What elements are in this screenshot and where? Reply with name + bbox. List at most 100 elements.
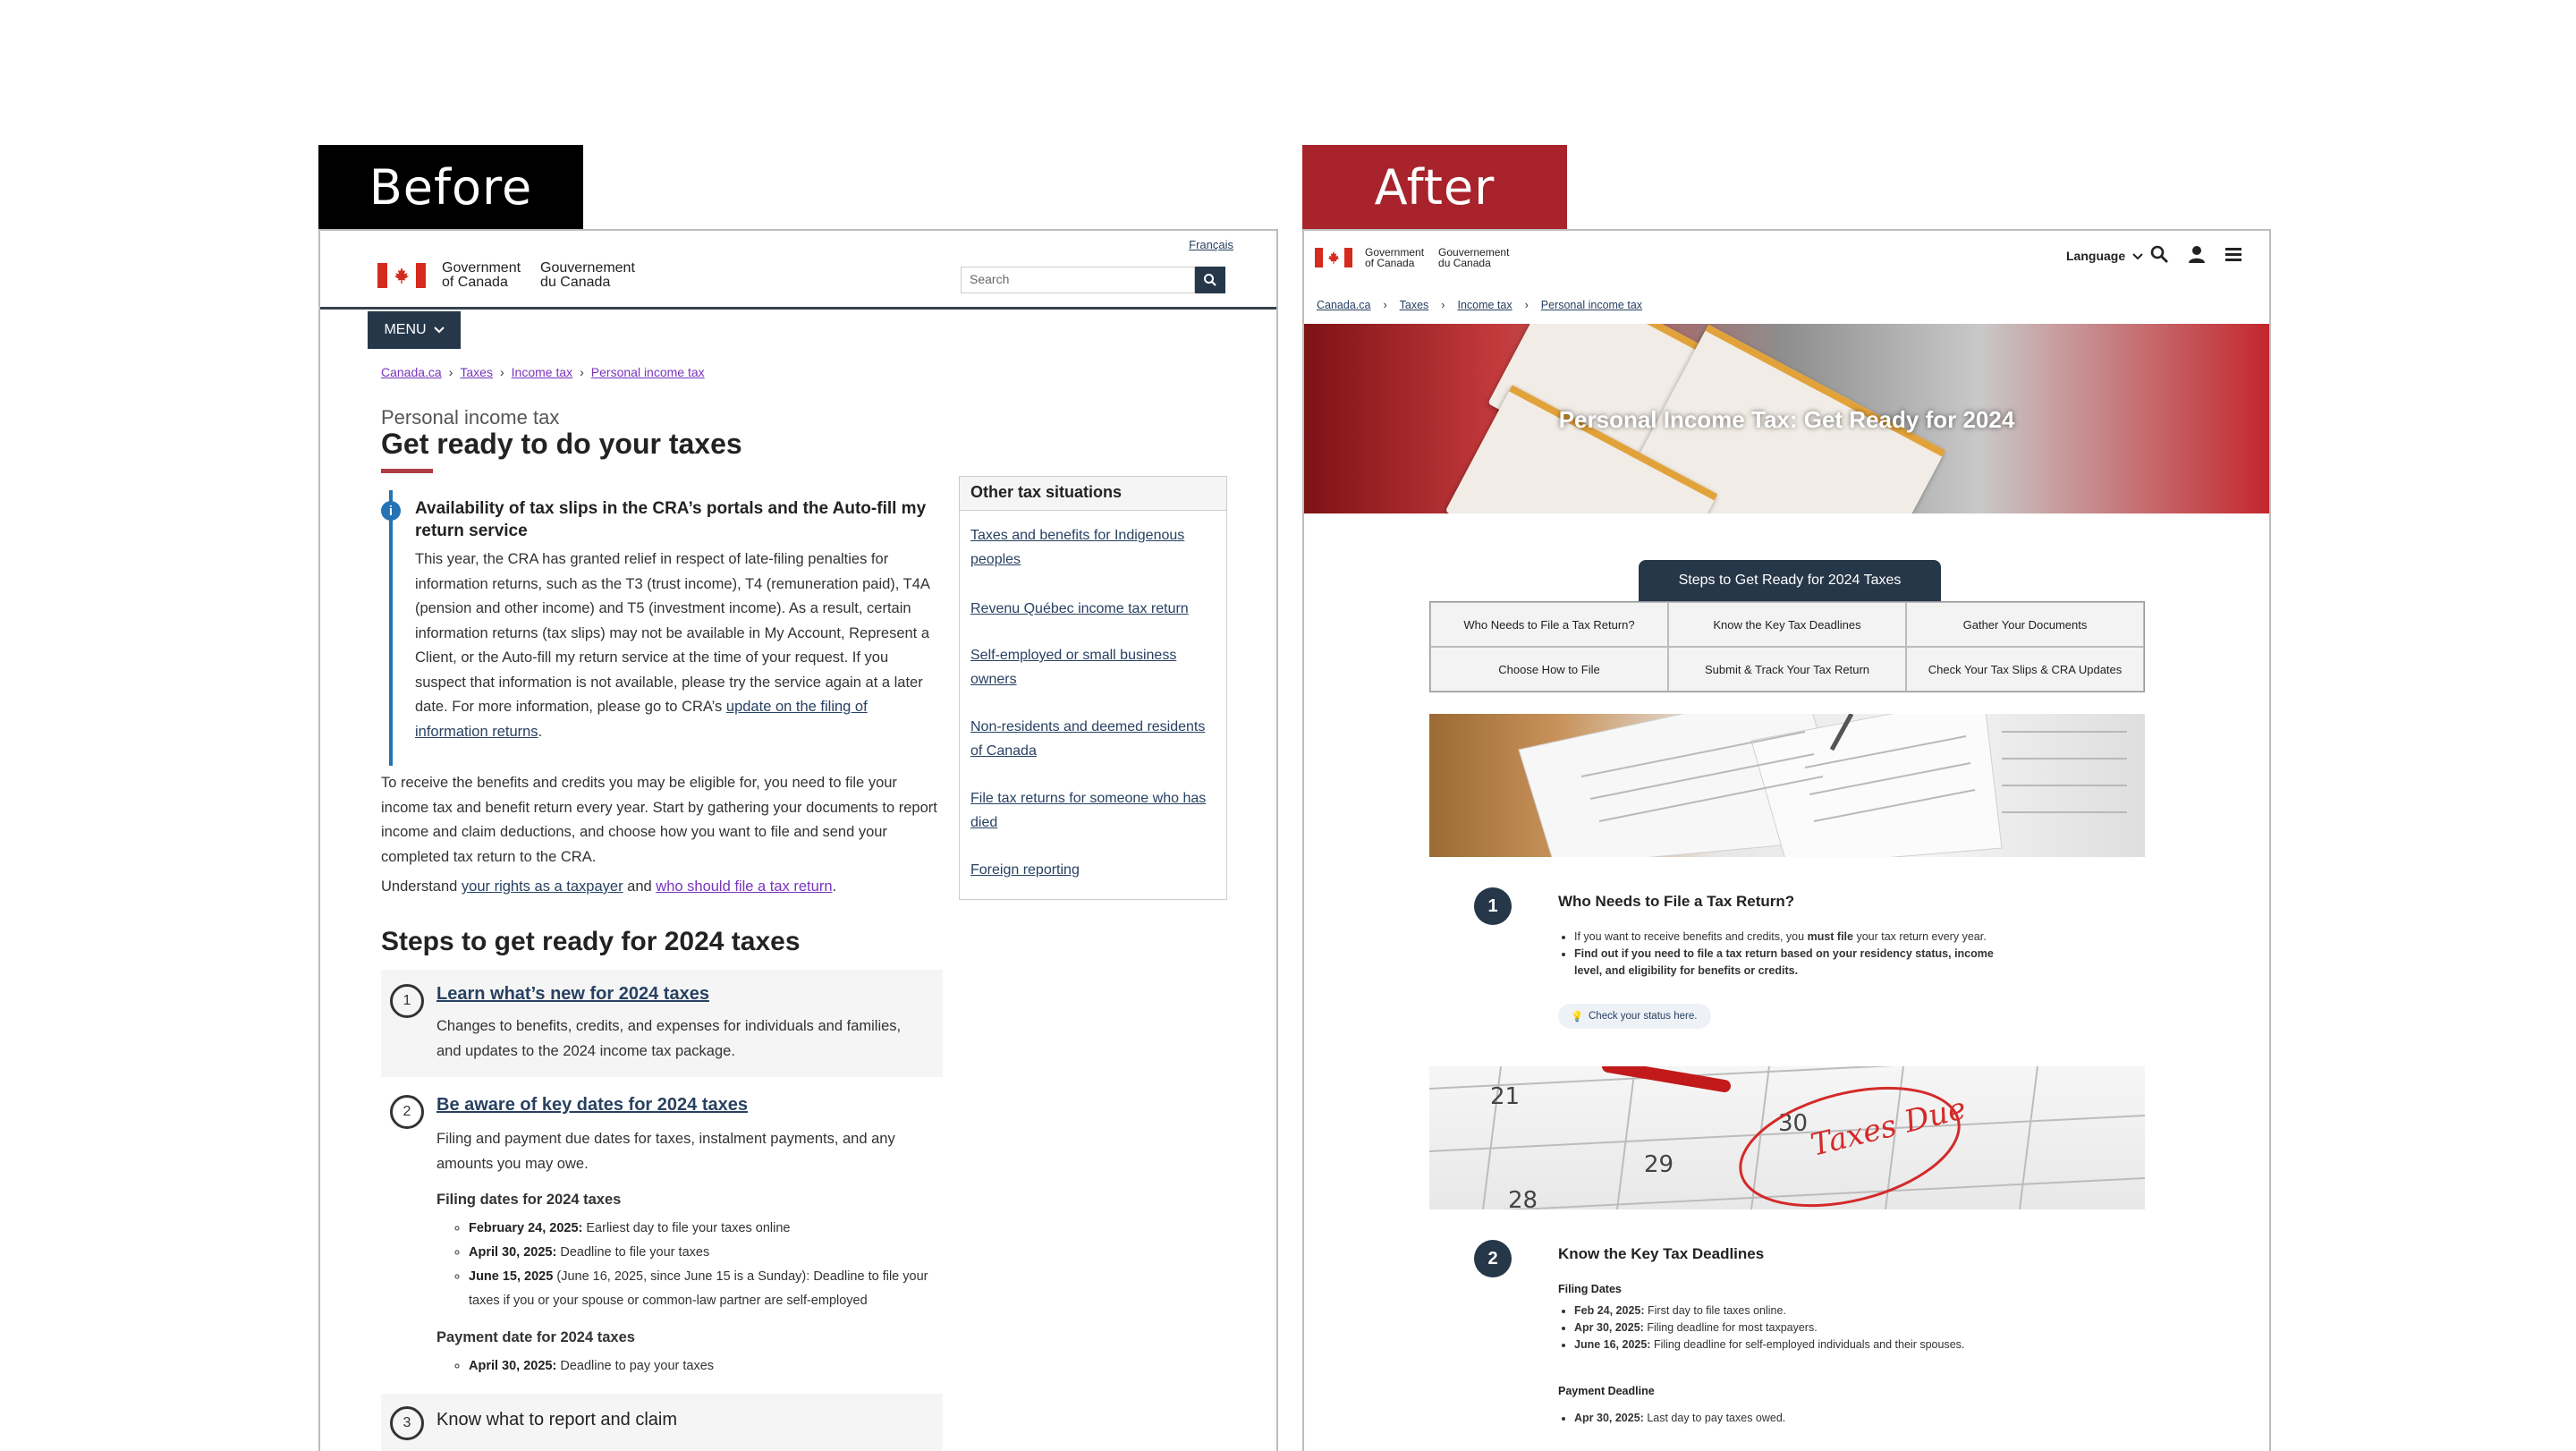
step-3-title: Know what to report and claim	[436, 1410, 678, 1430]
filing-dates-heading: Filing Dates	[1558, 1283, 1622, 1295]
list-item: If you want to receive benefits and cred…	[1574, 929, 2021, 946]
alert-body: This year, the CRA has granted relief in…	[415, 547, 934, 744]
filing-dates-heading: Filing dates for 2024 taxes	[436, 1192, 622, 1208]
section-2-number: 2	[1474, 1240, 1512, 1277]
goc-signature[interactable]: Government of Canada Gouvernement du Can…	[377, 261, 635, 290]
goc-signature[interactable]: Government of Canada Gouvernement du Can…	[1315, 247, 1509, 268]
step-number: 1	[390, 984, 424, 1018]
nav-gather-documents[interactable]: Gather Your Documents	[1906, 602, 2144, 647]
alert-title: Availability of tax slips in the CRA’s p…	[415, 499, 927, 540]
chevron-down-icon	[2132, 253, 2143, 260]
aside-link-someone-died[interactable]: File tax returns for someone who has die…	[970, 786, 1217, 835]
hamburger-icon	[2225, 248, 2241, 261]
tax-forms-photo	[1429, 714, 2145, 857]
search-button[interactable]	[1195, 267, 1225, 293]
steps-tab-header: Steps to Get Ready for 2024 Taxes	[1639, 560, 1941, 601]
language-toggle-link[interactable]: Français	[1189, 238, 1233, 251]
list-item: April 30, 2025: Deadline to file your ta…	[469, 1241, 934, 1265]
list-item: Apr 30, 2025: Filing deadline for most t…	[1574, 1319, 2075, 1336]
calendar-photo: 21 29 30 28 Taxes Due	[1429, 1066, 2145, 1209]
check-status-button[interactable]: 💡 Check your status here.	[1558, 1004, 1712, 1029]
step-1: 1 Learn what’s new for 2024 taxes Change…	[381, 970, 943, 1077]
signature-fr-line2: du Canada	[540, 275, 611, 290]
breadcrumb-personal-income-tax[interactable]: Personal income tax	[591, 365, 705, 379]
step-number: 3	[390, 1406, 424, 1440]
before-page-screenshot: Français Government of Canada Gouverneme…	[318, 229, 1278, 1451]
menu-label: MENU	[384, 322, 427, 337]
nav-submit-track[interactable]: Submit & Track Your Tax Return	[1668, 647, 1906, 692]
search-button[interactable]	[2148, 243, 2170, 269]
breadcrumb-canada[interactable]: Canada.ca	[1317, 299, 1370, 311]
filing-dates-list: Feb 24, 2025: First day to file taxes on…	[1563, 1303, 2075, 1353]
breadcrumb-taxes[interactable]: Taxes	[460, 365, 493, 379]
breadcrumb: Canada.ca › Taxes › Income tax › Personal i…	[1317, 299, 1643, 311]
menu-button[interactable]	[2224, 243, 2243, 269]
info-icon: i	[381, 501, 401, 521]
language-dropdown[interactable]: Language	[2066, 249, 2143, 263]
search-input[interactable]: Search	[961, 267, 1195, 293]
filing-dates-list: February 24, 2025: Earliest day to file …	[460, 1217, 934, 1313]
calendar-illustration: 21 29 30 28 Taxes Due	[1429, 1066, 2145, 1209]
list-item: February 24, 2025: Earliest day to file …	[469, 1217, 934, 1241]
calendar-day-21: 21	[1490, 1083, 1520, 1110]
aside-link-revenu-quebec[interactable]: Revenu Québec income tax return	[970, 597, 1217, 621]
alert-border	[389, 490, 393, 766]
step-1-link[interactable]: Learn what’s new for 2024 taxes	[436, 984, 709, 1005]
step-2-link[interactable]: Be aware of key dates for 2024 taxes	[436, 1095, 748, 1116]
header-divider	[320, 307, 1276, 310]
list-item: June 15, 2025 (June 16, 2025, since June…	[469, 1265, 934, 1313]
account-button[interactable]	[2186, 243, 2207, 269]
alert-end: .	[538, 723, 543, 740]
menu-button[interactable]: MENU	[368, 311, 461, 349]
step-number: 2	[390, 1095, 424, 1129]
chevron-down-icon	[433, 327, 445, 334]
payment-date-list: April 30, 2025: Deadline to pay your tax…	[460, 1354, 934, 1379]
intro-paragraph: To receive the benefits and credits you …	[381, 775, 937, 865]
calendar-day-28: 28	[1508, 1187, 1538, 1209]
payment-deadline-heading: Payment Deadline	[1558, 1385, 1655, 1397]
who-should-file-link[interactable]: who should file a tax return	[656, 878, 832, 895]
understand-paragraph: Understand your rights as a taxpayer and…	[381, 878, 836, 895]
rights-link[interactable]: your rights as a taxpayer	[462, 878, 623, 895]
signature-en-line2: of Canada	[442, 275, 508, 290]
payment-date-heading: Payment date for 2024 taxes	[436, 1329, 635, 1345]
page-title: Get ready to do your taxes	[381, 428, 742, 460]
nav-check-tax-slips[interactable]: Check Your Tax Slips & CRA Updates	[1906, 647, 2144, 692]
tax-forms-illustration	[1518, 714, 2127, 857]
breadcrumb-personal-income-tax[interactable]: Personal income tax	[1541, 299, 1642, 311]
aside-link-foreign-reporting[interactable]: Foreign reporting	[970, 858, 1217, 882]
lightbulb-icon: 💡	[1571, 1012, 1584, 1022]
list-item: Apr 30, 2025: Last day to pay taxes owed…	[1574, 1410, 2021, 1427]
nav-key-tax-deadlines[interactable]: Know the Key Tax Deadlines	[1668, 602, 1906, 647]
breadcrumb-canada[interactable]: Canada.ca	[381, 365, 442, 379]
hero-banner: Personal Income Tax: Get Ready for 2024	[1304, 324, 2269, 513]
nav-choose-how-to-file[interactable]: Choose How to File	[1430, 647, 1668, 692]
step-2: 2 Be aware of key dates for 2024 taxes F…	[381, 1086, 943, 1354]
breadcrumb-income-tax[interactable]: Income tax	[512, 365, 572, 379]
calendar-day-30: 30	[1778, 1110, 1808, 1137]
list-item: June 16, 2025: Filing deadline for self-…	[1574, 1336, 2075, 1353]
aside-link-non-residents[interactable]: Non-residents and deemed residents of Ca…	[970, 715, 1217, 763]
steps-heading: Steps to get ready for 2024 taxes	[381, 927, 801, 956]
search-bar: Search	[961, 267, 1225, 293]
breadcrumb-taxes[interactable]: Taxes	[1400, 299, 1429, 311]
after-label: After	[1302, 145, 1567, 229]
aside-link-self-employed[interactable]: Self-employed or small business owners	[970, 643, 1217, 692]
signature-en-line2: of Canada	[1365, 257, 1415, 269]
calendar-day-29: 29	[1644, 1151, 1674, 1178]
section-1-title: Who Needs to File a Tax Return?	[1558, 893, 1795, 910]
signature-fr-line1: Gouvernement	[540, 260, 635, 276]
nav-who-needs-to-file[interactable]: Who Needs to File a Tax Return?	[1430, 602, 1668, 647]
list-item: Find out if you need to file a tax retur…	[1574, 946, 2021, 980]
understand-mid: and	[627, 878, 652, 895]
steps-navigation-grid: Who Needs to File a Tax Return? Know the…	[1429, 601, 2145, 692]
canada-flag-icon	[1315, 248, 1352, 267]
step-1-description: Changes to benefits, credits, and expens…	[436, 1018, 902, 1059]
calendar-note: Taxes Due	[1808, 1090, 1970, 1164]
understand-prefix: Understand	[381, 878, 458, 895]
section-1-number: 1	[1474, 887, 1512, 925]
page-pretitle: Personal income tax	[381, 406, 560, 429]
breadcrumb-income-tax[interactable]: Income tax	[1457, 299, 1512, 311]
aside-link-indigenous[interactable]: Taxes and benefits for Indigenous people…	[970, 523, 1217, 572]
other-tax-situations-panel: Other tax situations Taxes and benefits …	[959, 476, 1227, 900]
